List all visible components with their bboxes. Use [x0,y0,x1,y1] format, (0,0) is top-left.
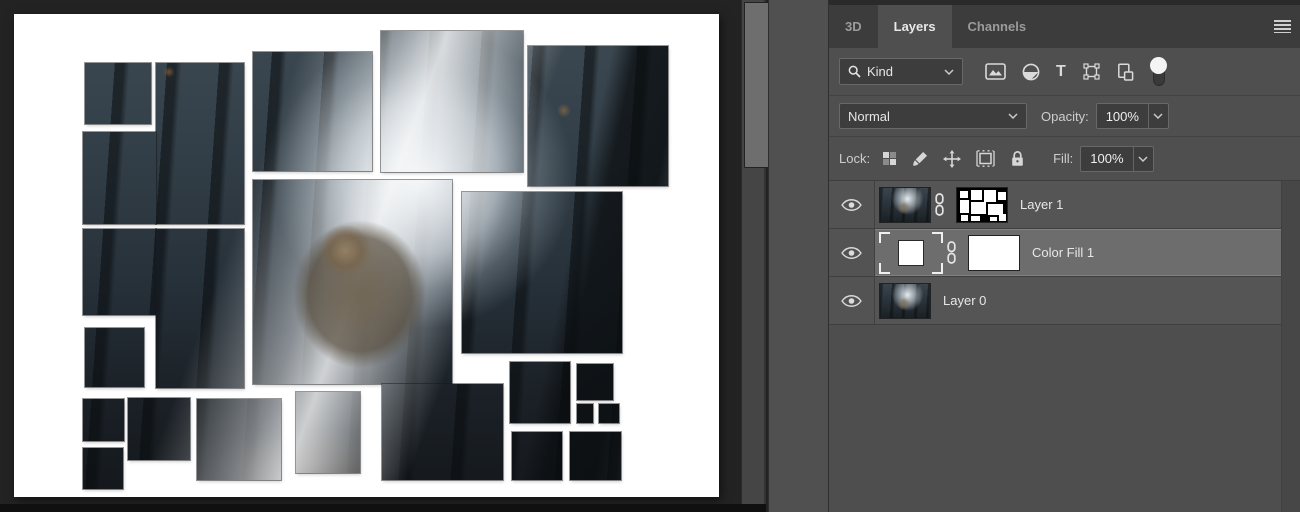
blend-mode-dropdown[interactable]: Normal [839,103,1027,129]
type-layers-filter-icon[interactable]: T [1056,63,1066,80]
opacity-label: Opacity: [1041,108,1089,124]
selection-corner-icon [932,262,943,274]
collage [14,14,719,497]
tab-channels-label: Channels [967,19,1027,34]
collage-tile [83,132,156,224]
chevron-down-icon [944,68,954,75]
panel-tab-bar: 3D Layers Channels [829,0,1300,48]
collage-tile [85,63,151,124]
document-scrollbar[interactable] [741,0,796,512]
layer-filter-row: Kind T [829,48,1300,96]
chevron-down-icon[interactable] [1132,146,1153,171]
panel-menu-icon[interactable] [1274,20,1291,33]
fill-label: Fill: [1053,151,1074,166]
collage-tile [156,229,244,388]
collage-tile [382,384,503,480]
panel-dock-spacer [768,0,828,512]
opacity-input[interactable]: 100% [1095,103,1169,129]
fill-value[interactable]: 100% [1081,147,1132,171]
collage-tile [253,180,452,384]
adjustment-layers-filter-icon[interactable] [1022,63,1040,81]
lock-position-move-icon[interactable] [943,149,962,168]
smart-objects-filter-icon[interactable] [1117,62,1134,81]
workspace-bottom-edge [0,504,766,512]
lock-transparency-icon[interactable] [882,151,897,166]
search-icon [848,65,861,78]
collage-tile [253,52,372,171]
lock-pixels-brush-icon[interactable] [912,151,928,167]
canvas-workspace [0,0,741,512]
collage-tile [577,404,593,423]
collage-tile [85,328,144,387]
tab-layers-label: Layers [893,19,936,34]
layer-row-color-fill-1[interactable]: Color Fill 1 [829,229,1300,277]
collage-tile [296,392,360,473]
color-fill-swatch[interactable] [898,239,924,266]
collage-tile [528,46,668,186]
lock-all-padlock-icon[interactable] [1010,150,1025,167]
filter-kind-dropdown[interactable]: Kind [839,58,963,85]
collage-tile [462,192,622,353]
layer-mask-thumbnail[interactable] [956,186,1008,223]
layer-name[interactable]: Layer 0 [943,293,986,308]
collage-tile [83,399,124,441]
tab-3d-label: 3D [845,19,862,34]
layers-panel: 3D Layers Channels Kind T Normal Opacity… [828,0,1300,512]
layer-mask-thumbnail[interactable] [968,234,1020,271]
layer-row-layer-0[interactable]: Layer 0 [829,277,1300,325]
layer-thumbnail[interactable] [879,186,931,223]
filter-toggle-switch[interactable] [1149,57,1168,86]
lock-icon-group [882,149,1025,168]
layer-row-content[interactable]: Layer 1 [875,181,1281,228]
mask-link-icon[interactable] [934,193,945,216]
lock-row: Lock: Fill: 100% [829,137,1300,181]
visibility-eye-icon[interactable] [829,181,875,228]
fill-layer-thumbnail-selected[interactable] [879,231,943,274]
layer-row-content[interactable]: Layer 0 [875,277,1281,324]
collage-tile [156,63,244,224]
layer-row-content[interactable]: Color Fill 1 [875,229,1281,276]
visibility-eye-icon[interactable] [829,277,875,324]
lock-label: Lock: [839,151,871,166]
lock-artboard-icon[interactable] [976,150,995,167]
toggle-knob [1149,57,1167,74]
fill-input[interactable]: 100% [1080,145,1154,172]
pixel-layers-filter-icon[interactable] [985,63,1006,80]
collage-tile [577,364,613,400]
document-canvas[interactable] [14,14,719,497]
layer-name[interactable]: Layer 1 [1020,197,1063,212]
visibility-eye-icon[interactable] [829,229,875,276]
shape-layers-filter-icon[interactable] [1082,63,1101,80]
tab-layers[interactable]: Layers [877,5,952,48]
collage-tile [570,432,621,480]
blend-mode-row: Normal Opacity: 100% [829,96,1300,137]
collage-tile [128,398,190,460]
collage-tile [512,432,562,480]
layers-list: Layer 1 Color Fill 1 Layer 0 [829,181,1300,512]
selection-corner-icon [879,262,890,274]
opacity-value[interactable]: 100% [1097,104,1148,128]
tab-3d[interactable]: 3D [829,5,878,48]
collage-tile [83,229,156,315]
selection-corner-icon [879,231,890,243]
selection-corner-icon [932,231,943,243]
collage-tile [510,362,570,423]
blend-mode-value: Normal [848,108,890,124]
mask-link-icon[interactable] [946,241,957,264]
layer-name[interactable]: Color Fill 1 [1032,245,1094,260]
layer-row-layer-1[interactable]: Layer 1 [829,181,1300,229]
filter-kind-label: Kind [867,64,894,79]
layer-thumbnail[interactable] [879,282,931,319]
chevron-down-icon[interactable] [1147,104,1168,128]
collage-tile [381,31,523,172]
collage-tile [83,448,123,489]
chevron-down-icon [1008,113,1018,119]
collage-tile [599,404,619,423]
collage-tile [197,399,281,480]
filter-icon-group: T [985,57,1168,86]
tab-channels[interactable]: Channels [952,5,1043,48]
layers-list-gutter [1281,181,1300,512]
